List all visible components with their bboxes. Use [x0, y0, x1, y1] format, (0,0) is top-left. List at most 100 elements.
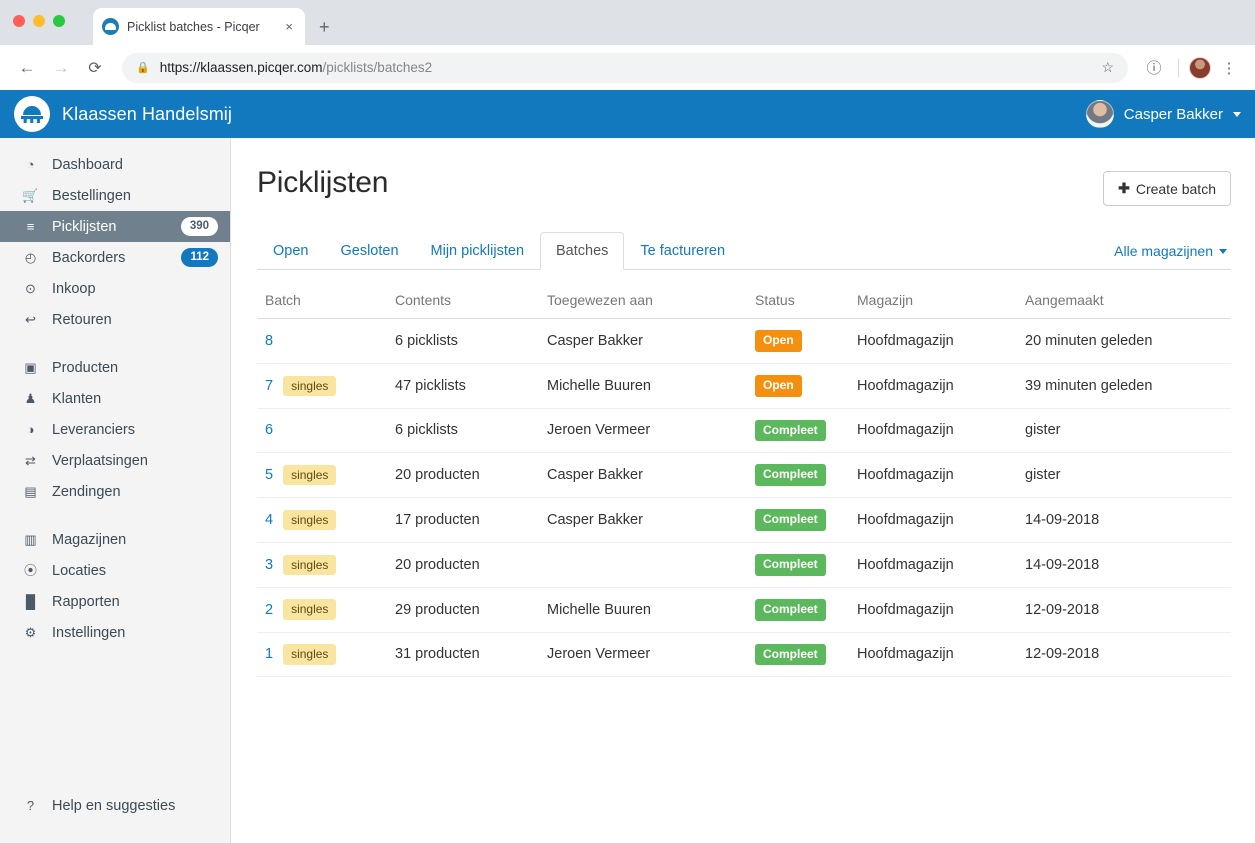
- forward-icon[interactable]: →: [46, 53, 76, 83]
- browser-tab[interactable]: Picklist batches - Picqer ×: [93, 8, 305, 45]
- avatar: [1085, 100, 1114, 128]
- close-tab-icon[interactable]: ×: [282, 19, 296, 34]
- gear-icon: ⚙: [24, 625, 37, 640]
- column-header-status: Status: [747, 274, 849, 319]
- list-icon: ≡: [26, 219, 35, 234]
- table-row[interactable]: 8 6 picklists Casper Bakker Open Hoofdmagazi…: [257, 318, 1231, 364]
- maximize-window-button[interactable]: [53, 15, 65, 27]
- batch-link[interactable]: 7: [265, 378, 273, 394]
- cell-contents: 6 picklists: [387, 408, 539, 454]
- back-icon[interactable]: ←: [12, 53, 42, 83]
- sidebar-item-inkoop[interactable]: ⊙ Inkoop: [0, 273, 230, 304]
- sidebar-item-instellingen[interactable]: ⚙ Instellingen: [0, 617, 230, 648]
- sidebar-item-picklijsten[interactable]: ≡ Picklijsten 390: [0, 211, 230, 242]
- table-row[interactable]: 5 singles 20 producten Casper Bakker Complee…: [257, 452, 1231, 499]
- sidebar-item-label: Rapporten: [52, 593, 120, 610]
- sidebar-item-rapporten[interactable]: █ Rapporten: [0, 586, 230, 617]
- sidebar-item-retouren[interactable]: ↩ Retouren: [0, 304, 230, 335]
- singles-tag: singles: [283, 465, 337, 486]
- tab-te-factureren[interactable]: Te factureren: [624, 232, 741, 270]
- batch-link[interactable]: 3: [265, 557, 273, 573]
- sidebar-item-magazijnen[interactable]: ▥ Magazijnen: [0, 524, 230, 555]
- lock-icon: 🔒: [136, 62, 150, 74]
- table-row[interactable]: 3 singles 20 producten Compleet Hoofdmagazij…: [257, 542, 1231, 588]
- table-row[interactable]: 1 singles 31 producten Jeroen Vermeer Comple…: [257, 632, 1231, 678]
- column-header-batch: Batch: [257, 274, 387, 319]
- user-menu[interactable]: Casper Bakker: [1085, 100, 1241, 128]
- cell-contents: 31 producten: [387, 632, 539, 678]
- info-icon[interactable]: ⓘ: [1140, 54, 1168, 82]
- create-batch-button[interactable]: ✚ Create batch: [1103, 171, 1231, 206]
- cell-status: Compleet: [747, 632, 849, 678]
- sidebar-item-producten[interactable]: ▣ Producten: [0, 352, 230, 383]
- cell-status: Compleet: [747, 542, 849, 588]
- table-row[interactable]: 2 singles 29 producten Michelle Buuren Compl…: [257, 587, 1231, 633]
- cell-status: Open: [747, 318, 849, 364]
- cell-assigned: Jeroen Vermeer: [539, 632, 747, 678]
- sidebar-group-divider: [0, 335, 230, 352]
- tab-open[interactable]: Open: [257, 232, 324, 270]
- batch-link[interactable]: 6: [265, 422, 273, 438]
- plus-icon: ✚: [1118, 180, 1130, 196]
- sidebar-item-label: Zendingen: [52, 483, 121, 500]
- sidebar-item-locaties[interactable]: ⦿ Locaties: [0, 555, 230, 586]
- singles-tag: singles: [283, 554, 337, 576]
- singles-tag: singles: [283, 644, 337, 665]
- cell-batch: 4 singles: [257, 497, 387, 543]
- table-row[interactable]: 4 singles 17 producten Casper Bakker Complee…: [257, 497, 1231, 543]
- batch-link[interactable]: 1: [265, 646, 273, 662]
- browser-profile-avatar[interactable]: [1189, 56, 1211, 79]
- sidebar-item-zendingen[interactable]: ▤ Zendingen: [0, 476, 230, 507]
- window-controls: [13, 15, 65, 27]
- batch-cell: 6: [265, 422, 379, 438]
- app-header: Klaassen Handelsmij Casper Bakker: [0, 90, 1255, 138]
- new-tab-button[interactable]: +: [319, 18, 330, 36]
- batch-link[interactable]: 8: [265, 333, 273, 349]
- table-row[interactable]: 6 6 picklists Jeroen Vermeer Compleet Hoofdm…: [257, 408, 1231, 454]
- close-window-button[interactable]: [13, 15, 25, 27]
- cell-batch: 5 singles: [257, 452, 387, 499]
- cell-status: Compleet: [747, 587, 849, 633]
- sidebar-item-label: Klanten: [52, 390, 102, 407]
- browser-window: Picklist batches - Picqer × + ← → ⟳ 🔒 ht…: [0, 0, 1255, 843]
- cell-batch: 8: [257, 318, 387, 364]
- cell-created: 39 minuten geleden: [1017, 363, 1231, 409]
- dashboard-icon: ◔: [26, 157, 35, 172]
- tab-batches[interactable]: Batches: [540, 232, 625, 270]
- address-bar[interactable]: 🔒 https://klaassen.picqer.com/picklists/…: [122, 52, 1128, 83]
- browser-menu-icon[interactable]: ⋮: [1215, 54, 1243, 82]
- picqer-logo-icon[interactable]: [14, 96, 50, 132]
- cell-contents: 20 producten: [387, 452, 539, 499]
- warehouse-filter-dropdown[interactable]: Alle magazijnen: [1104, 233, 1231, 269]
- batch-cell: 5 singles: [265, 465, 379, 486]
- toolbar-divider: [1178, 58, 1179, 77]
- batch-link[interactable]: 4: [265, 512, 273, 528]
- cell-created: 14-09-2018: [1017, 542, 1231, 588]
- batch-link[interactable]: 5: [265, 467, 273, 483]
- sidebar-item-dashboard[interactable]: ◔ Dashboard: [0, 149, 230, 180]
- status-badge: Compleet: [755, 419, 826, 442]
- sidebar-item-verplaatsingen[interactable]: ⇄ Verplaatsingen: [0, 445, 230, 476]
- clock-icon: ◴: [24, 250, 37, 265]
- sidebar-item-help[interactable]: ? Help en suggesties: [0, 790, 230, 821]
- cell-assigned: Casper Bakker: [539, 497, 747, 543]
- reload-icon[interactable]: ⟳: [80, 53, 110, 83]
- table-row[interactable]: 7 singles 47 picklists Michelle Buuren Open H…: [257, 363, 1231, 409]
- sidebar-item-label: Help en suggesties: [52, 797, 176, 814]
- cell-batch: 3 singles: [257, 542, 387, 588]
- cell-warehouse: Hoofdmagazijn: [849, 363, 1017, 409]
- cell-contents: 17 producten: [387, 497, 539, 543]
- sidebar-item-label: Verplaatsingen: [52, 452, 148, 469]
- status-badge: Compleet: [755, 464, 826, 487]
- sidebar-item-leveranciers[interactable]: ◑ Leveranciers: [0, 414, 230, 445]
- sidebar-item-bestellingen[interactable]: 🛒 Bestellingen: [0, 180, 230, 211]
- minimize-window-button[interactable]: [33, 15, 45, 27]
- bookmark-star-icon[interactable]: ☆: [1101, 59, 1114, 76]
- tab-mijn-picklijsten[interactable]: Mijn picklijsten: [415, 232, 540, 270]
- batch-link[interactable]: 2: [265, 602, 273, 618]
- tab-gesloten[interactable]: Gesloten: [324, 232, 414, 270]
- sidebar-item-klanten[interactable]: ♟ Klanten: [0, 383, 230, 414]
- cell-status: Compleet: [747, 497, 849, 543]
- sidebar-item-backorders[interactable]: ◴ Backorders 112: [0, 242, 230, 273]
- cell-assigned: Michelle Buuren: [539, 587, 747, 633]
